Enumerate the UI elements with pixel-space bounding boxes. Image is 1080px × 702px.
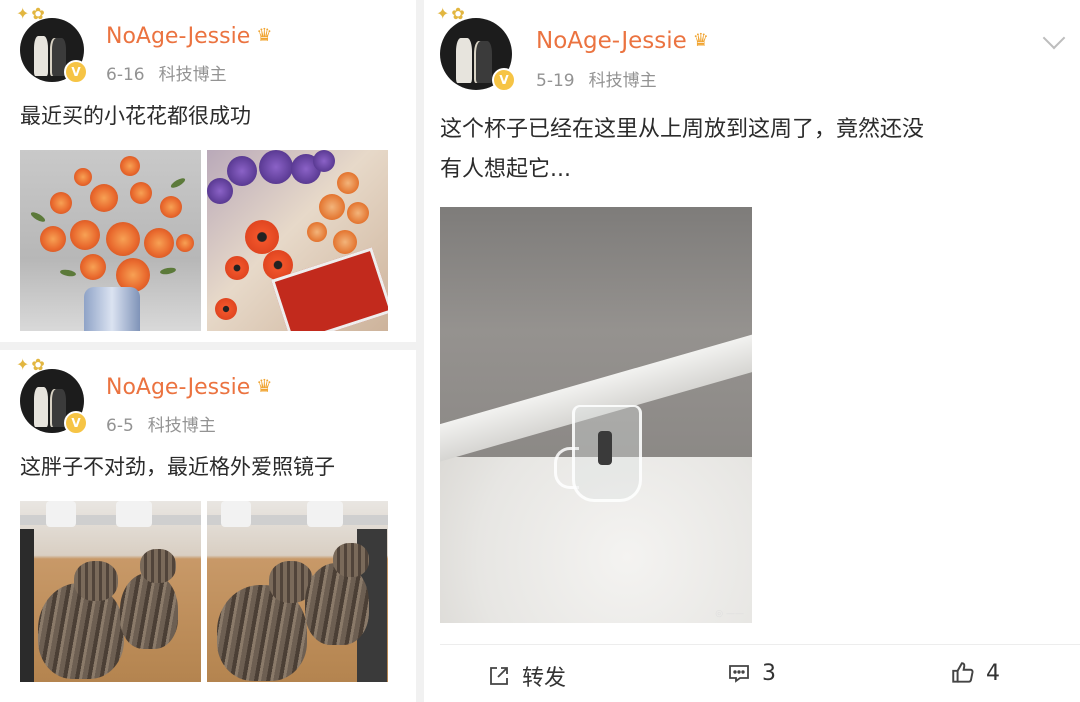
post-text: 这胖子不对劲，最近格外爱照镜子: [20, 455, 335, 479]
like-button[interactable]: 4: [950, 660, 1000, 686]
post-meta: 6-5 科技博主: [106, 411, 216, 436]
user-tag: 科技博主: [158, 65, 227, 85]
comment-button[interactable]: 3: [726, 660, 776, 686]
watermark: ◎ ——: [715, 609, 744, 619]
action-bar-divider: [440, 644, 1080, 645]
repost-label: 转发: [522, 666, 567, 691]
crown-icon: ♛: [692, 30, 709, 51]
like-count: 4: [986, 660, 1000, 686]
post-text: 这个杯子已经在这里从上周放到这周了，竟然还没 有人想起它...: [440, 110, 924, 190]
crown-icon: ♛: [256, 25, 273, 46]
post-meta: 6-16 科技博主: [106, 60, 227, 85]
post-date: 5-19: [536, 71, 575, 91]
user-tag: 科技博主: [588, 71, 657, 91]
post-image-cats-2[interactable]: [207, 501, 388, 682]
username[interactable]: NoAge-Jessie ♛: [106, 375, 272, 400]
comment-icon: [726, 660, 752, 686]
post-date: 6-16: [106, 65, 145, 85]
post-image-flowers-1[interactable]: [20, 150, 201, 331]
avatar[interactable]: ✦✿ V: [16, 355, 88, 435]
post-image-cats-1[interactable]: [20, 501, 201, 682]
column-divider: [416, 0, 424, 702]
avatar[interactable]: ✦✿ V: [16, 4, 88, 84]
comment-count: 3: [762, 660, 776, 686]
repost-button[interactable]: 转发: [486, 660, 566, 692]
v-badge-icon: V: [64, 60, 88, 84]
v-badge-icon: V: [492, 68, 516, 92]
thumbs-up-icon: [950, 660, 976, 686]
user-tag: 科技博主: [147, 416, 216, 436]
username[interactable]: NoAge-Jessie ♛: [536, 28, 709, 54]
post-meta: 5-19 科技博主: [536, 66, 657, 91]
username[interactable]: NoAge-Jessie ♛: [106, 24, 272, 49]
crown-icon: ♛: [256, 376, 273, 397]
avatar[interactable]: ✦✿ V: [436, 4, 516, 92]
v-badge-icon: V: [64, 411, 88, 435]
post-image-cup[interactable]: ◎ ——: [440, 207, 752, 623]
post-divider: [0, 342, 416, 350]
post-text-line: 有人想起它...: [440, 157, 571, 182]
post-text-line: 这个杯子已经在这里从上周放到这周了，竟然还没: [440, 117, 925, 142]
repost-icon: [486, 663, 512, 689]
post-image-flowers-2[interactable]: [207, 150, 388, 331]
post-date: 6-5: [106, 416, 134, 436]
post-text: 最近买的小花花都很成功: [20, 104, 251, 128]
chevron-down-icon[interactable]: [1042, 26, 1066, 50]
